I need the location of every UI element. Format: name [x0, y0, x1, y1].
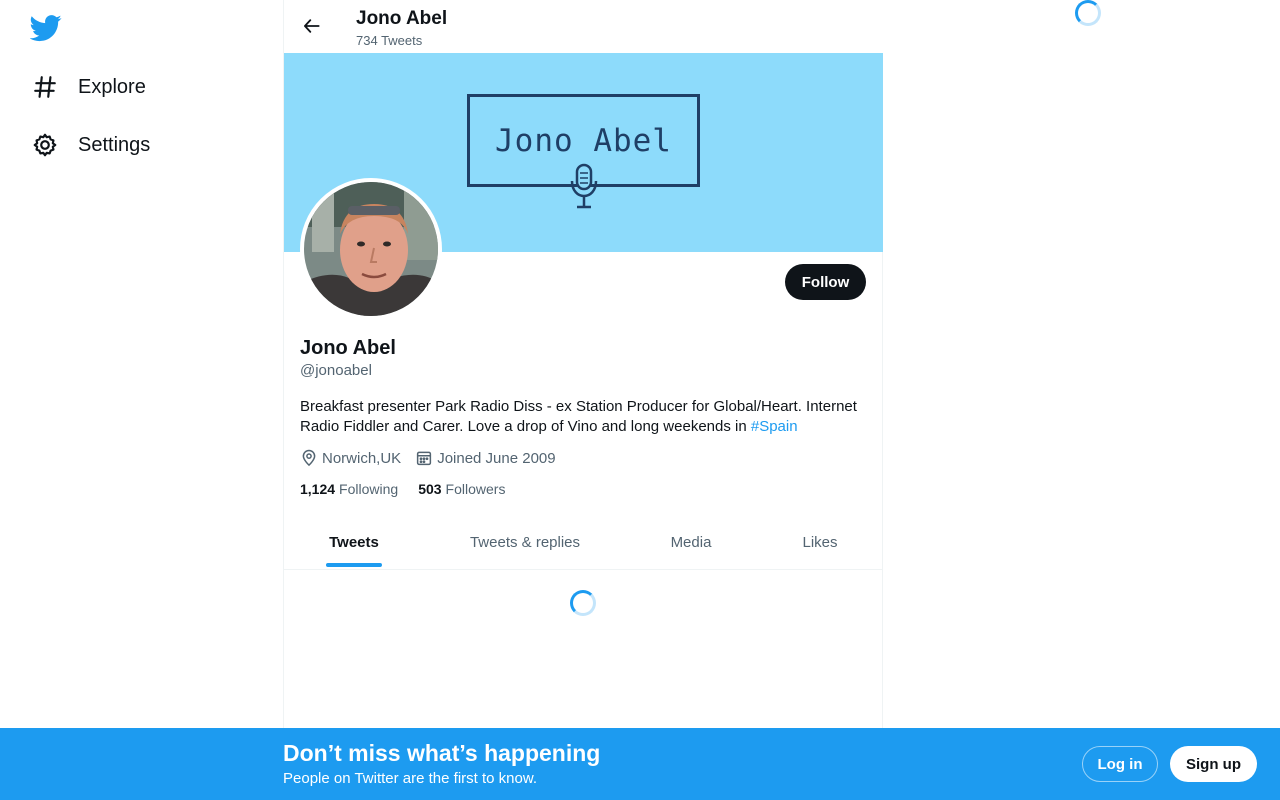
profile-name: Jono Abel	[300, 337, 396, 359]
followers-label: Followers	[445, 481, 506, 497]
back-arrow-icon[interactable]	[297, 11, 327, 41]
calendar-icon	[417, 451, 432, 466]
prompt-subtitle: People on Twitter are the first to know.	[283, 770, 538, 787]
signup-button[interactable]: Sign up	[1170, 746, 1257, 782]
location: Norwich,UK	[300, 449, 401, 467]
banner-text: Jono Abel	[495, 122, 672, 159]
profile-handle: @jonoabel	[300, 362, 372, 379]
tab-likes[interactable]: Likes	[788, 516, 852, 569]
tab-label: Tweets	[329, 534, 379, 551]
microphone-icon	[570, 163, 598, 209]
avatar[interactable]	[300, 178, 442, 320]
tab-tweets[interactable]: Tweets	[326, 516, 382, 569]
tab-media[interactable]: Media	[656, 516, 726, 569]
tab-label: Tweets & replies	[469, 534, 581, 551]
sidebar-item-label: Explore	[78, 75, 146, 98]
gear-icon	[30, 130, 60, 160]
bio-hashtag-link[interactable]: #Spain	[751, 418, 798, 435]
tab-label: Likes	[802, 534, 838, 551]
sidebar-item-settings[interactable]: Settings	[30, 125, 150, 165]
loading-spinner	[570, 590, 596, 616]
profile-meta: Norwich,UK Joined June 2009	[300, 449, 570, 467]
follow-stats: 1,124 Following 503 Followers	[300, 481, 525, 497]
profile-header: Jono Abel 734 Tweets	[284, 0, 883, 53]
left-sidebar: Explore Settings	[0, 0, 283, 800]
join-date: Joined June 2009	[415, 449, 556, 467]
follow-button[interactable]: Follow	[785, 264, 866, 300]
tab-label: Media	[670, 534, 712, 551]
tab-tweets-replies[interactable]: Tweets & replies	[454, 516, 596, 569]
twitter-bird-icon[interactable]	[29, 12, 62, 44]
location-text: Norwich,UK	[322, 449, 402, 467]
location-pin-icon	[302, 449, 316, 467]
active-tab-indicator	[326, 563, 382, 567]
tweet-count: 734 Tweets	[356, 33, 423, 48]
sidebar-loading-spinner	[1075, 0, 1101, 26]
login-prompt-bar: Don’t miss what’s happening People on Tw…	[0, 728, 1280, 800]
followers-count: 503	[418, 481, 442, 497]
following-count: 1,124	[300, 481, 336, 497]
profile-bio: Breakfast presenter Park Radio Diss - ex…	[300, 397, 870, 437]
prompt-title: Don’t miss what’s happening	[283, 740, 601, 766]
profile-tabs: Tweets Tweets & replies Media Likes	[284, 516, 883, 570]
profile-column: Jono Abel 734 Tweets Jono Abel Follow Jo…	[283, 0, 883, 800]
following-label: Following	[339, 481, 399, 497]
sidebar-item-label: Settings	[78, 133, 151, 156]
login-button[interactable]: Log in	[1082, 746, 1158, 782]
hashtag-icon	[30, 72, 60, 102]
sidebar-item-explore[interactable]: Explore	[30, 67, 146, 107]
header-name: Jono Abel	[356, 8, 448, 29]
following-link[interactable]: 1,124 Following	[300, 481, 398, 497]
followers-link[interactable]: 503 Followers	[418, 481, 505, 497]
join-date-text: Joined June 2009	[437, 449, 556, 467]
